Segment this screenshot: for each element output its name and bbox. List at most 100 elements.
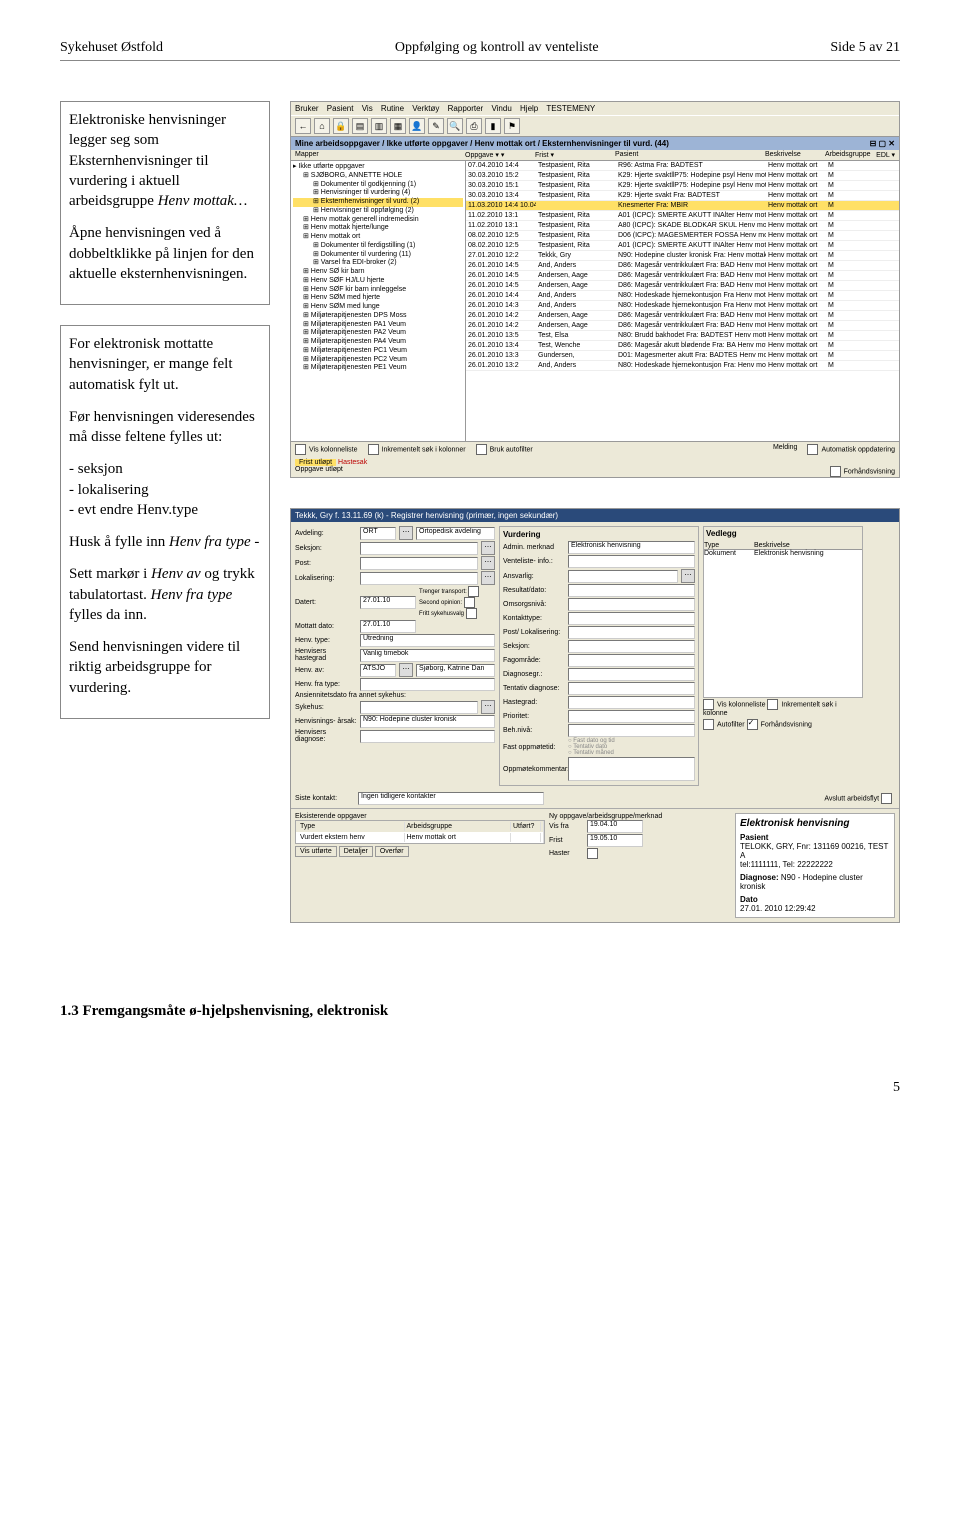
tree-node[interactable]: ⊞ Miljøterapitjenesten DPS Moss xyxy=(293,312,463,321)
frist-input[interactable]: 19.05.10 xyxy=(587,834,643,847)
menu-pasient[interactable]: Pasient xyxy=(327,104,354,113)
task-row[interactable]: 26.01.2010 14:2Andersen, AageD86: Mageså… xyxy=(466,321,899,331)
second-chk[interactable] xyxy=(464,597,475,608)
task-row[interactable]: 26.01.2010 14:2Andersen, AageD86: Mageså… xyxy=(466,311,899,321)
calendar-icon[interactable]: ▦ xyxy=(390,118,406,134)
lokal-input[interactable] xyxy=(360,572,478,585)
task-row[interactable]: 27.01.2010 12:2Tekkk, GryN90: Hodepine c… xyxy=(466,251,899,261)
chk-vis[interactable] xyxy=(703,699,714,710)
menu-rapporter[interactable]: Rapporter xyxy=(448,104,484,113)
tree-node[interactable]: ⊞ Miljøterapitjenesten PA1 Veum xyxy=(293,321,463,330)
col-utf[interactable]: Utført? xyxy=(511,822,541,831)
tree-node[interactable]: ⊞ Dokumenter til ferdigstilling (1) xyxy=(293,242,463,251)
chk-inkr[interactable] xyxy=(767,699,778,710)
tree-node[interactable]: ⊞ Henv SØM med lunge xyxy=(293,303,463,312)
task-row[interactable]: 30.03.2010 15:1Testpasient, RitaK29: Hje… xyxy=(466,181,899,191)
pri-input[interactable] xyxy=(568,710,695,723)
lock-icon[interactable]: 🔒 xyxy=(333,118,349,134)
task-row[interactable]: 11.03.2010 14:4 10.04.10Knesmerter Fra: … xyxy=(466,201,899,211)
task-row[interactable]: 30.03.2010 13:4Testpasient, RitaK29: Hje… xyxy=(466,191,899,201)
pencil-icon[interactable]: ✎ xyxy=(428,118,444,134)
flag-icon[interactable]: ⚑ xyxy=(504,118,520,134)
table-row[interactable]: Vurdert ekstern henvHenv mottak ort xyxy=(296,832,544,843)
detaljer-button[interactable]: Detaljer xyxy=(339,846,373,857)
task-row[interactable]: 26.01.2010 13:2And, AndersN80: Hodeskade… xyxy=(466,361,899,371)
oms-input[interactable] xyxy=(568,598,695,611)
tree-node[interactable]: ⊞ Dokumenter til godkjenning (1) xyxy=(293,181,463,190)
fratype-input[interactable] xyxy=(360,678,495,691)
haste-input[interactable]: Vanlig timebok xyxy=(360,649,495,662)
menu-vis[interactable]: Vis xyxy=(362,104,373,113)
tent-input[interactable] xyxy=(568,682,695,695)
menu-verktoy[interactable]: Verktøy xyxy=(412,104,439,113)
vedlegg-col-besk[interactable]: Beskrivelse xyxy=(754,542,862,549)
lookup-icon[interactable]: ⋯ xyxy=(399,663,413,677)
book-icon[interactable]: ▥ xyxy=(371,118,387,134)
fritt-chk[interactable] xyxy=(466,608,477,619)
tree-node[interactable]: ⊞ Henv mottak generell indremedisin xyxy=(293,216,463,225)
task-row[interactable]: 11.02.2010 13:1Testpasient, RitaA01 (ICP… xyxy=(466,211,899,221)
tree-node[interactable]: ⊞ Miljøterapitjenesten PC1 Veum xyxy=(293,347,463,356)
print-icon[interactable]: ⎙ xyxy=(466,118,482,134)
edl-dropdown[interactable]: EDL ▾ xyxy=(865,151,895,159)
arrow-back-icon[interactable]: ← xyxy=(295,118,311,134)
tree-node[interactable]: ⊞ Henvisninger til oppfølging (2) xyxy=(293,207,463,216)
trenger-chk[interactable] xyxy=(468,586,479,597)
task-row[interactable]: 08.02.2010 12:5Testpasient, RitaD06 (ICP… xyxy=(466,231,899,241)
task-row[interactable]: 26.01.2010 14:5Andersen, AageD86: Mageså… xyxy=(466,271,899,281)
menu-rutine[interactable]: Rutine xyxy=(381,104,404,113)
vedlegg-row[interactable]: DokumentElektronisk henvisning xyxy=(704,550,862,557)
postlok-input[interactable] xyxy=(568,626,695,639)
col-arb[interactable]: Arbeidsgruppe xyxy=(405,822,512,831)
menu-bruker[interactable]: Bruker xyxy=(295,104,319,113)
vl-input[interactable] xyxy=(568,555,695,568)
fast-radio-3[interactable]: Tentativ måned xyxy=(573,750,614,756)
tree-node[interactable]: ⊞ Henv SØF HJ/LU hjerte xyxy=(293,277,463,286)
folder-tree[interactable]: ▸ Ikke utførte oppgaver⊞ SJØBORG, ANNETT… xyxy=(291,161,466,441)
sheet-icon[interactable]: ▤ xyxy=(352,118,368,134)
col-beskrivelse[interactable]: Beskrivelse xyxy=(765,151,825,159)
menu-vindu[interactable]: Vindu xyxy=(491,104,511,113)
lookup-icon[interactable]: ⋯ xyxy=(481,556,495,570)
task-row[interactable]: 26.01.2010 14:3And, AndersN80: Hodeskade… xyxy=(466,301,899,311)
beh-input[interactable] xyxy=(568,724,695,737)
henvav-text[interactable]: Sjøborg, Katrine Dan xyxy=(416,664,495,677)
harsak-input[interactable]: N90: Hodepine cluster kronisk xyxy=(360,715,495,728)
col-pasient[interactable]: Pasient xyxy=(615,151,765,159)
henvtype-input[interactable]: Utredning xyxy=(360,634,495,647)
task-row[interactable]: 26.01.2010 14:5And, AndersD86: Magesår v… xyxy=(466,261,899,271)
fag-input[interactable] xyxy=(568,654,695,667)
avdeling-text[interactable]: Ortopedisk avdeling xyxy=(416,527,495,540)
tree-node[interactable]: ⊞ Varsel fra EDI-broker (2) xyxy=(293,259,463,268)
lookup-icon[interactable]: ⋯ xyxy=(681,569,695,583)
task-row[interactable]: 08.02.2010 12:5Testpasient, RitaA01 (ICP… xyxy=(466,241,899,251)
task-row[interactable]: 26.01.2010 14:4And, AndersN80: Hodeskade… xyxy=(466,291,899,301)
tree-node[interactable]: ▸ Ikke utførte oppgaver xyxy=(293,163,463,172)
visutforte-button[interactable]: Vis utførte xyxy=(295,846,337,857)
avslutt-chk[interactable] xyxy=(881,793,892,804)
vedlegg-col-type[interactable]: Type xyxy=(704,542,754,549)
house-icon[interactable]: ⌂ xyxy=(314,118,330,134)
menu-test[interactable]: TESTEMENY xyxy=(546,104,595,113)
tree-node[interactable]: ⊞ Henv SØM med hjerte xyxy=(293,294,463,303)
menubar[interactable]: Bruker Pasient Vis Rutine Verktøy Rappor… xyxy=(291,102,899,115)
tree-node[interactable]: ⊞ Henv SØF kir barn innleggelse xyxy=(293,286,463,295)
datert-input[interactable]: 27.01.10 xyxy=(360,596,416,609)
search-icon[interactable]: 🔍 xyxy=(447,118,463,134)
task-row[interactable]: 26.01.2010 13:3Gundersen,D01: Magesmerte… xyxy=(466,351,899,361)
seksjon2-input[interactable] xyxy=(568,640,695,653)
lookup-icon[interactable]: ⋯ xyxy=(481,571,495,585)
ansvar-input[interactable] xyxy=(568,570,678,583)
tree-node[interactable]: ⊞ Henv mottak ort xyxy=(293,233,463,242)
col-type[interactable]: Type xyxy=(298,822,405,831)
window-controls[interactable]: ⊟ ▢ ✕ xyxy=(870,139,895,148)
tree-node[interactable]: ⊞ Miljøterapitjenesten PE1 Veum xyxy=(293,364,463,373)
chk-forh[interactable] xyxy=(747,719,758,730)
tree-node[interactable]: ⊞ Miljøterapitjenesten PA4 Veum xyxy=(293,338,463,347)
hgrad-input[interactable] xyxy=(568,696,695,709)
dgr-input[interactable] xyxy=(568,668,695,681)
chk-autof[interactable] xyxy=(703,719,714,730)
admin-input[interactable]: Elektronisk henvisning xyxy=(568,541,695,554)
tree-node[interactable]: ⊞ Henv mottak hjerte/lunge xyxy=(293,224,463,233)
person-icon[interactable]: 👤 xyxy=(409,118,425,134)
